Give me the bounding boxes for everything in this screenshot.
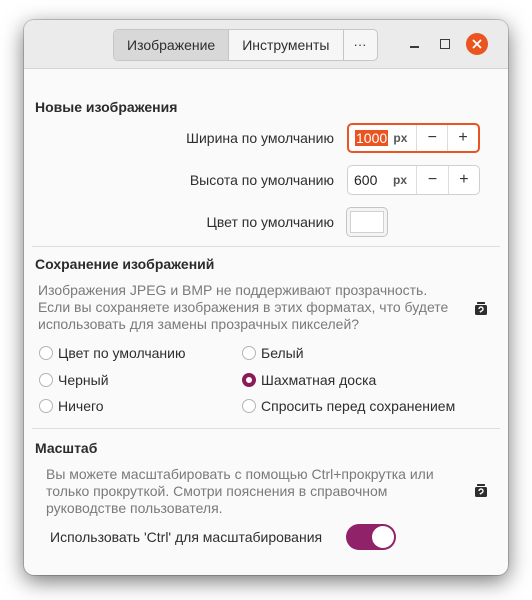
radio-indicator[interactable] bbox=[242, 399, 256, 413]
maximize-icon bbox=[440, 39, 450, 49]
radio-ask-before-saving[interactable]: Спросить перед сохранением bbox=[242, 398, 455, 414]
header-bar: Изображение Инструменты ··· bbox=[24, 20, 508, 69]
saving-description: Изображения JPEG и BMP не поддерживают п… bbox=[38, 282, 458, 333]
radio-indicator[interactable] bbox=[242, 346, 256, 360]
separator bbox=[32, 246, 500, 247]
zoom-description-line: Вы можете масштабировать с помощью Ctrl+… bbox=[46, 466, 434, 482]
saving-description-line: использовать для замены прозрачных пиксе… bbox=[38, 316, 360, 332]
close-button[interactable] bbox=[466, 33, 488, 55]
tab-image[interactable]: Изображение bbox=[114, 30, 230, 60]
default-height-label: Высота по умолчанию bbox=[189, 172, 334, 188]
ctrl-zoom-switch[interactable] bbox=[346, 524, 396, 550]
width-decrement-button[interactable]: − bbox=[416, 125, 447, 151]
color-swatch bbox=[350, 211, 384, 233]
width-increment-button[interactable]: + bbox=[447, 125, 478, 151]
height-increment-button[interactable]: + bbox=[447, 166, 479, 194]
tab-tools[interactable]: Инструменты bbox=[229, 30, 344, 60]
saving-description-line: Если вы сохраняете изображения в этих фо… bbox=[38, 299, 449, 315]
radio-label: Спросить перед сохранением bbox=[261, 398, 456, 414]
default-height-spinbutton[interactable]: 600 px − + bbox=[347, 165, 480, 195]
minimize-button[interactable] bbox=[403, 33, 425, 55]
minimize-icon bbox=[409, 46, 419, 48]
close-icon bbox=[472, 39, 482, 49]
height-unit: px bbox=[393, 173, 408, 187]
radio-label: Белый bbox=[261, 345, 304, 361]
default-color-label: Цвет по умолчанию bbox=[206, 214, 334, 230]
default-color-button[interactable] bbox=[346, 207, 388, 237]
separator bbox=[32, 428, 500, 429]
default-height-value[interactable]: 600 bbox=[348, 172, 393, 188]
reset-icon[interactable] bbox=[473, 482, 489, 498]
default-width-label: Ширина по умолчанию bbox=[186, 130, 334, 146]
radio-indicator[interactable] bbox=[39, 399, 53, 413]
switch-knob[interactable] bbox=[372, 526, 394, 548]
section-title-new-images: Новые изображения bbox=[35, 99, 178, 115]
radio-default-color[interactable]: Цвет по умолчанию bbox=[39, 345, 185, 361]
section-title-saving: Сохранение изображений bbox=[35, 256, 215, 272]
default-width-spinbutton[interactable]: 1000 px − + bbox=[347, 123, 480, 153]
ctrl-zoom-label: Использовать 'Ctrl' для масштабирования bbox=[50, 529, 323, 545]
maximize-button[interactable] bbox=[434, 33, 456, 55]
height-decrement-button[interactable]: − bbox=[416, 166, 447, 194]
zoom-description-line: только прокруткой. Смотри пояснения в сп… bbox=[46, 483, 388, 499]
radio-indicator[interactable] bbox=[39, 373, 53, 387]
radio-label: Цвет по умолчанию bbox=[58, 345, 186, 361]
more-tabs-button[interactable]: ··· bbox=[344, 30, 377, 60]
reset-icon[interactable] bbox=[473, 300, 489, 316]
radio-black[interactable]: Черный bbox=[39, 372, 109, 388]
width-unit: px bbox=[393, 131, 408, 145]
radio-label: Ничего bbox=[58, 398, 104, 414]
radio-nothing[interactable]: Ничего bbox=[39, 398, 104, 414]
section-title-zoom: Масштаб bbox=[35, 440, 98, 456]
saving-description-line: Изображения JPEG и BMP не поддерживают п… bbox=[38, 282, 428, 298]
radio-label: Шахматная доска bbox=[261, 372, 377, 388]
default-width-value[interactable]: 1000 bbox=[349, 130, 393, 146]
tab-switcher: Изображение Инструменты ··· bbox=[113, 29, 378, 61]
zoom-description: Вы можете масштабировать с помощью Ctrl+… bbox=[46, 466, 466, 517]
radio-label: Черный bbox=[58, 372, 109, 388]
radio-checkerboard[interactable]: Шахматная доска bbox=[242, 372, 376, 388]
zoom-description-line: руководстве пользователя. bbox=[46, 500, 223, 516]
radio-white[interactable]: Белый bbox=[242, 345, 304, 361]
preferences-window: Изображение Инструменты ··· Новые изобра… bbox=[24, 20, 508, 575]
radio-indicator-selected[interactable] bbox=[242, 373, 256, 387]
radio-indicator[interactable] bbox=[39, 346, 53, 360]
